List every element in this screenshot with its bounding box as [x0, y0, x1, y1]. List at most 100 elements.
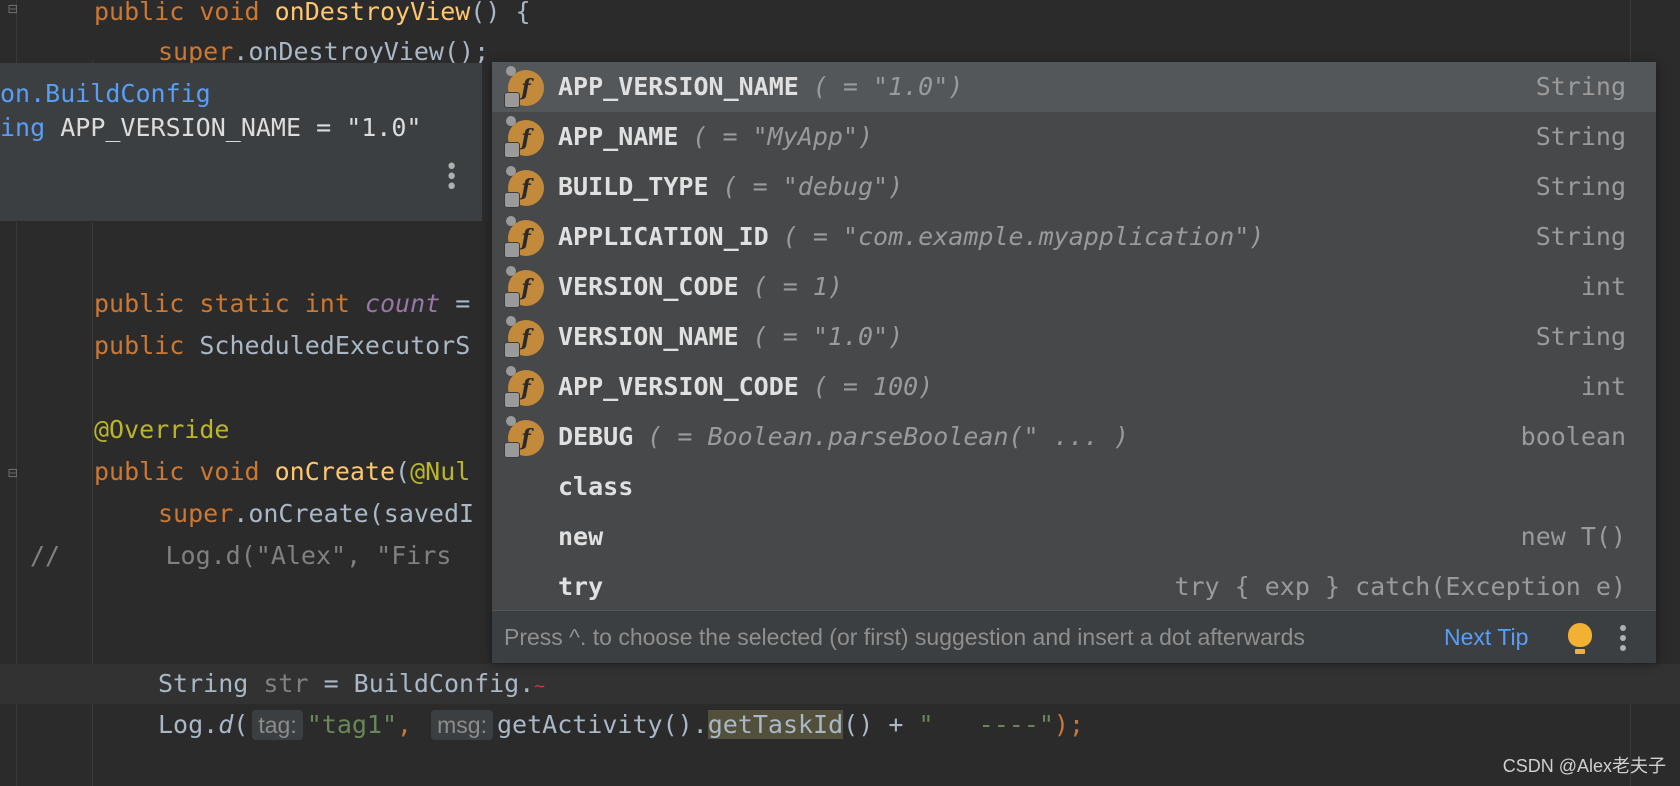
code-text: );: [1053, 710, 1085, 739]
completion-name-text: DEBUG: [558, 422, 634, 451]
annotation: @Nul: [410, 457, 471, 486]
code-text: .onCreate(savedI: [233, 499, 475, 528]
code-line[interactable]: @Override: [94, 412, 229, 448]
completion-item[interactable]: try try { exp } catch(Exception e): [492, 562, 1656, 612]
variable-name: str: [263, 669, 309, 698]
code-text: () {: [470, 0, 531, 26]
lightbulb-icon[interactable]: [1568, 623, 1592, 654]
completion-item-detail: ( = "1.0"): [752, 322, 904, 351]
code-completion-popup[interactable]: try try { exp } catch(Exception e) new new …: [492, 62, 1656, 663]
static-field: count: [364, 289, 441, 318]
completion-footer: Press ^. to choose the selected (or firs…: [492, 610, 1656, 663]
completion-name-text: class: [558, 472, 634, 501]
code-text: getActivity().: [496, 710, 708, 739]
completion-hint-text: Press ^. to choose the selected (or firs…: [504, 624, 1305, 650]
completion-item-detail: ( = "MyApp"): [692, 122, 874, 151]
code-line-comment[interactable]: // Log.d("Alex", "Firs: [30, 538, 451, 574]
completion-item[interactable]: f VERSION_CODE ( = 1) int: [492, 262, 1656, 312]
completion-item-name: new: [558, 512, 603, 562]
completion-name-text: APP_VERSION_CODE: [558, 372, 799, 401]
completion-item-type: String: [1535, 72, 1626, 101]
lock-icon: [504, 192, 520, 208]
completion-item-name: try: [558, 562, 603, 612]
code-line[interactable]: public void onCreate(@Nul: [94, 454, 470, 490]
usage-highlight: getTaskId: [707, 710, 844, 739]
code-line[interactable]: String str = BuildConfig.~: [158, 666, 545, 702]
code-line[interactable]: Log.d(tag: "tag1", msg: getActivity().getT…: [158, 707, 1084, 743]
annotation: @Override: [94, 415, 230, 444]
type-name: String: [158, 669, 264, 698]
string-literal: "tag1": [306, 710, 398, 739]
completion-item[interactable]: f BUILD_TYPE ( = "debug") String: [492, 162, 1656, 212]
code-text: =: [440, 289, 471, 318]
static-marker-icon: [506, 366, 516, 376]
code-text: = BuildConfig.: [308, 669, 535, 698]
completion-item-type: boolean: [1520, 422, 1626, 451]
completion-item-detail: ( = "1.0"): [812, 72, 964, 101]
completion-item-type: new T(): [1520, 522, 1626, 551]
static-marker-icon: [506, 316, 516, 326]
code-line[interactable]: public static int count =: [94, 286, 470, 322]
completion-item-type: String: [1535, 322, 1626, 351]
parameter-hint: msg:: [431, 710, 493, 740]
quick-documentation-popup[interactable]: on.BuildConfig ing APP_VERSION_NAME = "1…: [0, 63, 482, 222]
code-text: ScheduledExecutorS: [199, 331, 471, 360]
completion-item-name: APP_VERSION_CODE ( = 100): [558, 362, 933, 412]
vertical-dots-icon[interactable]: [1620, 625, 1626, 655]
completion-item-name: class: [558, 462, 633, 512]
doc-type-link[interactable]: ing: [0, 113, 60, 142]
completion-item-name: BUILD_TYPE ( = "debug"): [558, 162, 903, 212]
vertical-dots-icon[interactable]: • • •: [445, 157, 458, 199]
completion-name-text: APPLICATION_ID: [558, 222, 769, 251]
method-name: onCreate: [274, 457, 396, 486]
completion-item-name: APP_NAME ( = "MyApp"): [558, 112, 873, 162]
completion-item[interactable]: f APP_NAME ( = "MyApp") String: [492, 112, 1656, 162]
code-line[interactable]: super.onCreate(savedI: [158, 496, 474, 532]
completion-item[interactable]: f APP_VERSION_NAME ( = "1.0") String: [492, 62, 1656, 112]
fold-marker-icon[interactable]: ⊟: [8, 0, 24, 18]
code-text: Log.: [158, 710, 219, 739]
completion-item-name: VERSION_NAME ( = "1.0"): [558, 312, 903, 362]
keyword: public void: [94, 0, 275, 26]
lock-icon: [504, 242, 520, 258]
static-marker-icon: [506, 266, 516, 276]
completion-name-text: new: [558, 522, 604, 551]
code-text: (: [233, 710, 249, 739]
completion-item[interactable]: f APP_VERSION_CODE ( = 100) int: [492, 362, 1656, 412]
field-icon: f: [504, 416, 544, 458]
completion-item[interactable]: f APPLICATION_ID ( = "com.example.myapplic…: [492, 212, 1656, 262]
completion-item-name: APPLICATION_ID ( = "com.example.myapplica…: [558, 212, 1264, 262]
code-line[interactable]: public ScheduledExecutorS: [94, 328, 470, 364]
static-marker-icon: [506, 416, 516, 426]
doc-class-link[interactable]: on.BuildConfig: [0, 79, 211, 108]
completion-item-detail: ( = 1): [752, 272, 843, 301]
completion-item[interactable]: new new T(): [492, 512, 1656, 562]
completion-item[interactable]: f DEBUG ( = Boolean.parseBoolean(" ... ) bo…: [492, 412, 1656, 462]
completion-item-detail: ( = "debug"): [722, 172, 904, 201]
field-icon: f: [504, 66, 544, 108]
lock-icon: [504, 342, 520, 358]
static-marker-icon: [506, 216, 516, 226]
static-marker-icon: [506, 166, 516, 176]
keyword: super: [158, 37, 234, 66]
code-line[interactable]: public void onDestroyView() {: [94, 0, 531, 30]
fold-marker-icon[interactable]: ⊟: [8, 464, 24, 482]
lock-icon: [504, 92, 520, 108]
lock-icon: [504, 442, 520, 458]
field-icon: f: [504, 316, 544, 358]
completion-name-text: BUILD_TYPE: [558, 172, 709, 201]
next-tip-link[interactable]: Next Tip: [1444, 611, 1528, 663]
keyword: public static int: [94, 289, 365, 318]
completion-name-text: try: [558, 572, 604, 601]
parameter-hint: tag:: [252, 710, 303, 740]
completion-name-text: APP_VERSION_NAME: [558, 72, 799, 101]
completion-item[interactable]: class: [492, 462, 1656, 512]
completion-item[interactable]: f VERSION_NAME ( = "1.0") String: [492, 312, 1656, 362]
completion-item-type: String: [1535, 122, 1626, 151]
completion-item-type: int: [1580, 372, 1626, 401]
completion-item-detail: ( = Boolean.parseBoolean(" ... ): [647, 422, 1129, 451]
completion-name-text: VERSION_CODE: [558, 272, 739, 301]
completion-item-type: String: [1535, 222, 1626, 251]
lock-icon: [504, 292, 520, 308]
field-icon: f: [504, 366, 544, 408]
